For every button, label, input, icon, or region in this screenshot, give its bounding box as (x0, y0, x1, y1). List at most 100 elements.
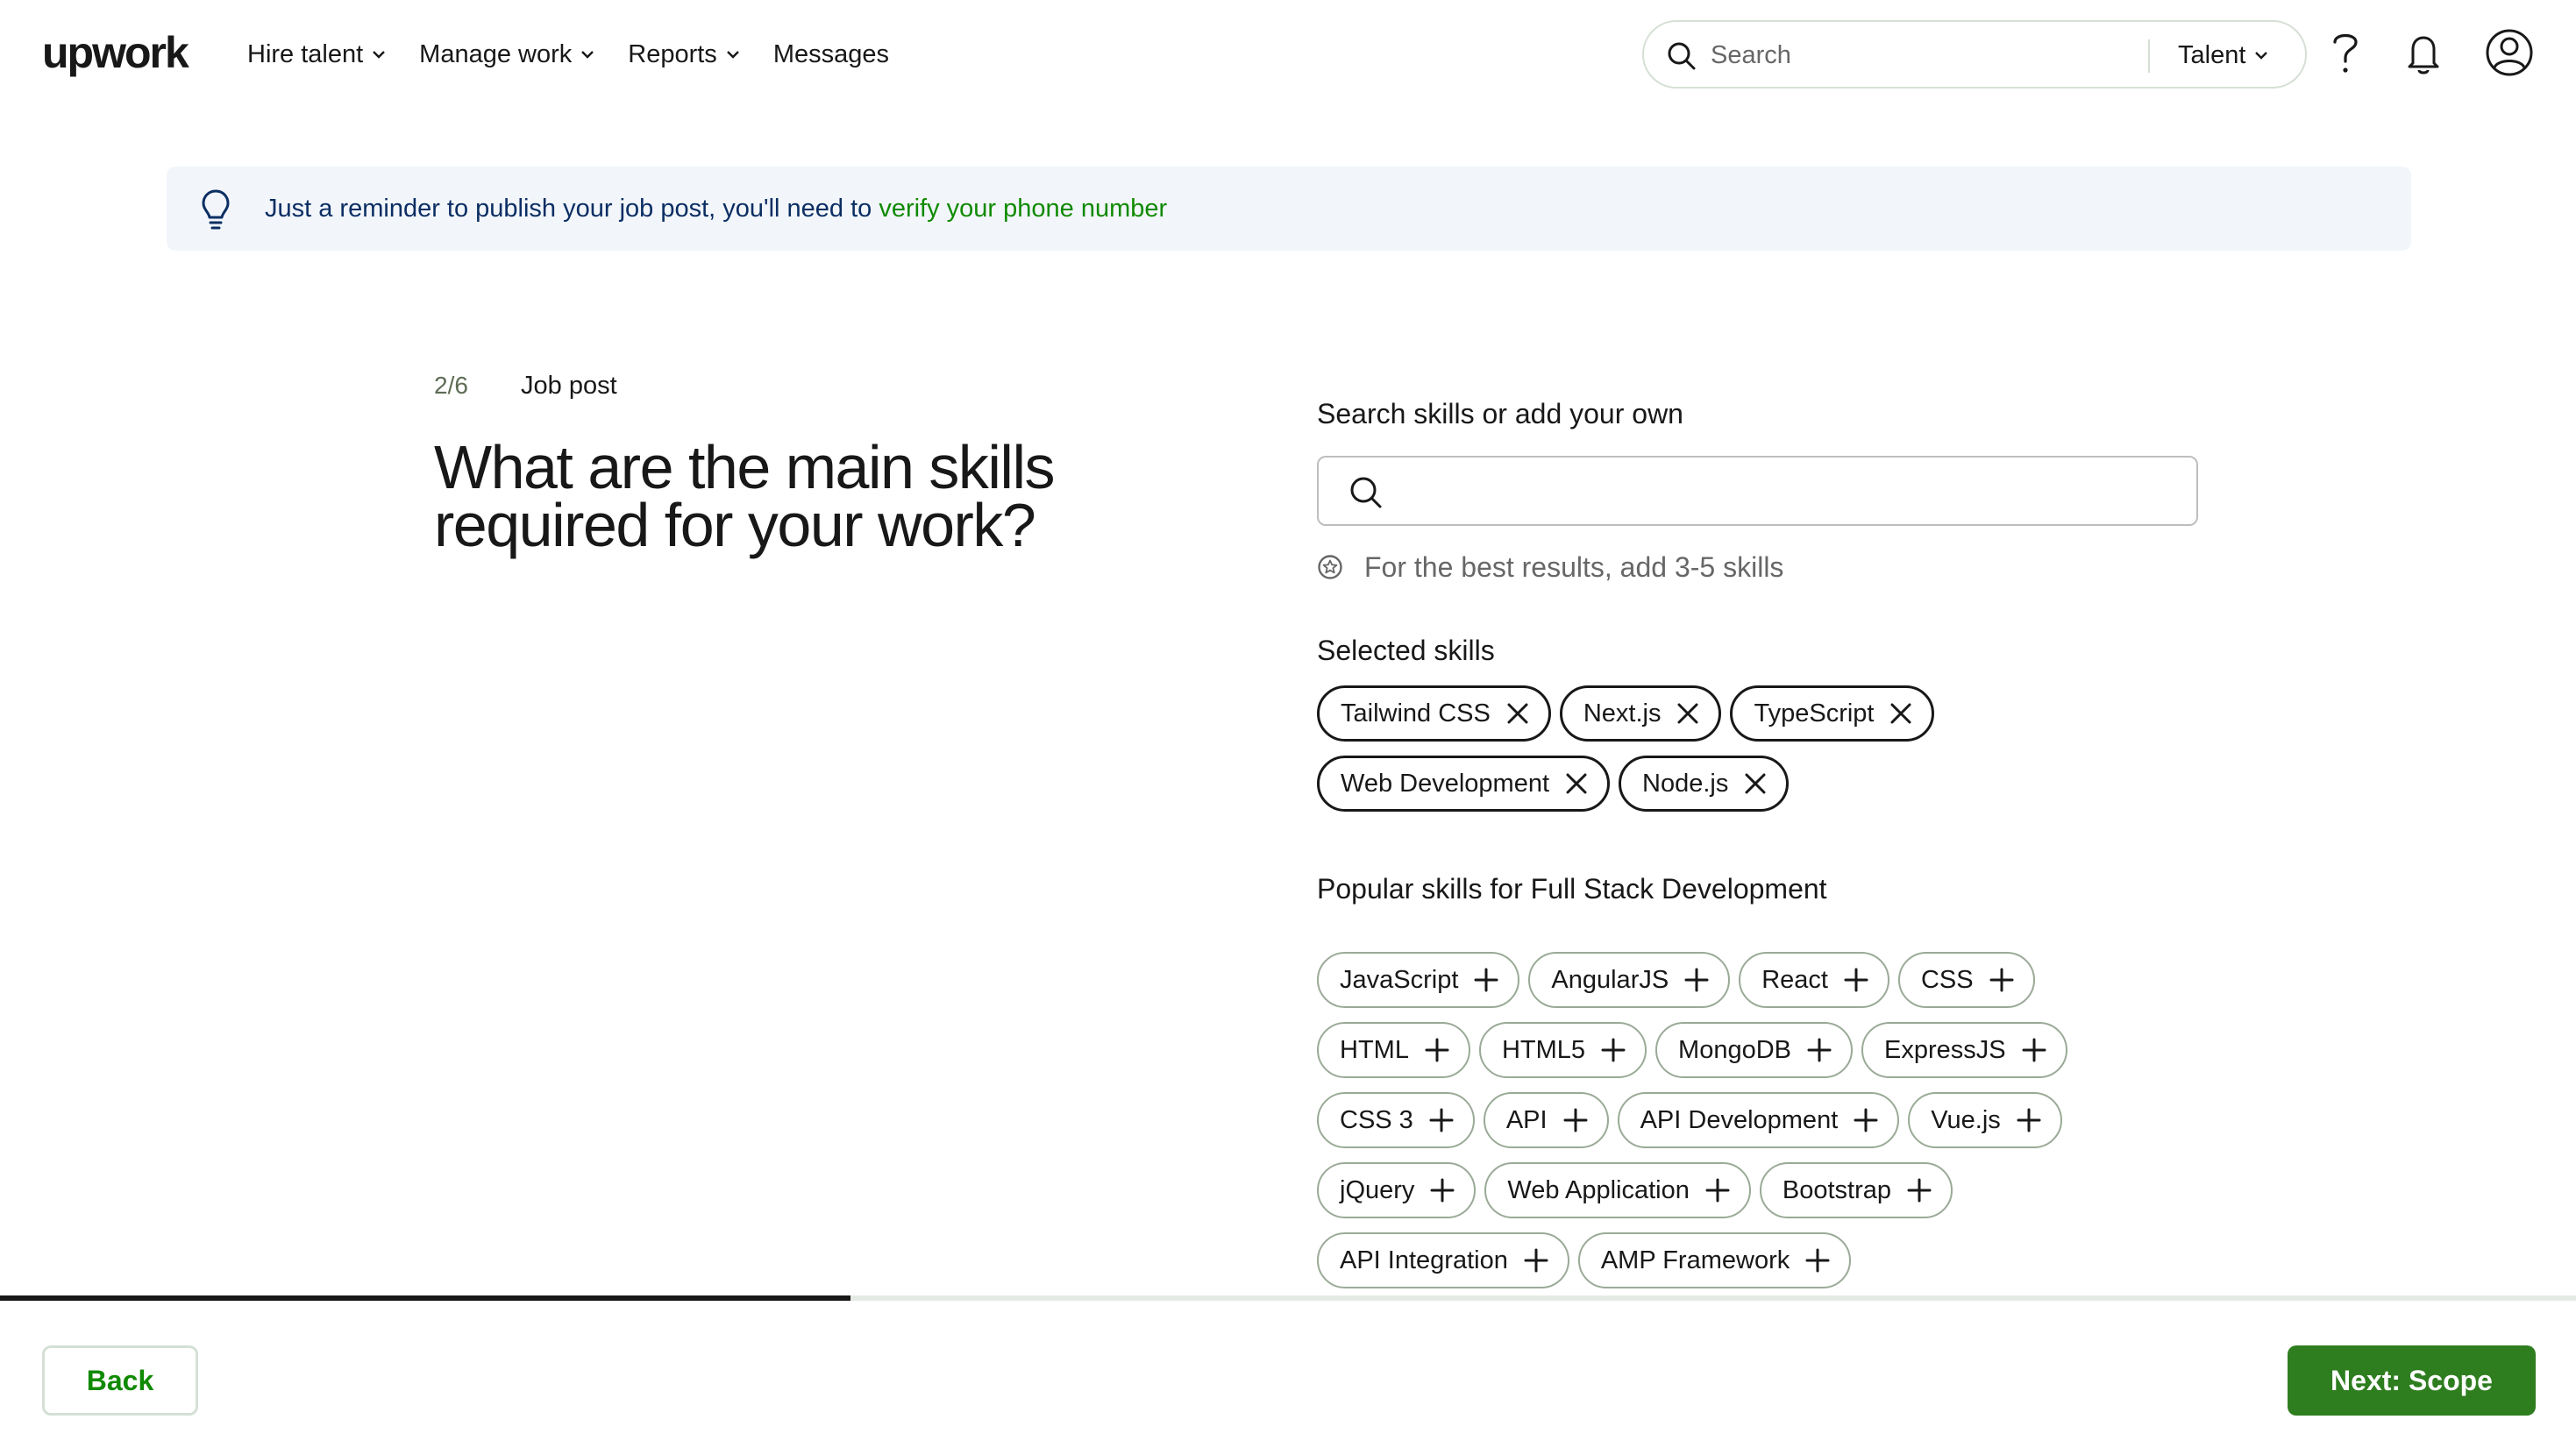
skill-label: Node.js (1642, 769, 1729, 798)
nav-hire-talent-label: Hire talent (247, 40, 364, 68)
skill-label: Vue.js (1931, 1105, 2001, 1134)
skill-label: jQuery (1340, 1175, 1415, 1204)
remove-icon[interactable] (1506, 702, 1529, 725)
remove-icon[interactable] (1676, 702, 1699, 725)
popular-skill-chip[interactable]: API Integration (1317, 1232, 1569, 1288)
skills-hint-text: For the best results, add 3-5 skills (1364, 551, 1784, 583)
plus-icon (1430, 1178, 1455, 1203)
popular-skill-chip[interactable]: API Development (1617, 1092, 1900, 1148)
nav-hire-talent[interactable]: Hire talent (247, 35, 386, 74)
popular-skill-chip[interactable]: Bootstrap (1759, 1162, 1953, 1218)
nav-manage-work-label: Manage work (419, 40, 573, 68)
plus-icon (1854, 1108, 1878, 1132)
selected-skill-chip[interactable]: Next.js (1559, 685, 1722, 742)
skill-label: AMP Framework (1600, 1246, 1790, 1274)
skills-hint: For the best results, add 3-5 skills (1317, 548, 1783, 586)
upwork-logo[interactable]: upwork (42, 26, 189, 79)
selected-skill-chip[interactable]: Node.js (1619, 756, 1790, 812)
selected-skills-list: Tailwind CSS Next.js TypeScript Web Deve… (1317, 685, 1983, 812)
search-icon (1668, 42, 1696, 70)
popular-skill-chip[interactable]: React (1739, 952, 1889, 1008)
remove-icon[interactable] (1565, 772, 1588, 795)
popular-skill-chip[interactable]: CSS (1897, 952, 2035, 1008)
popular-skill-chip[interactable]: AMP Framework (1577, 1232, 1852, 1288)
skill-label: Web Development (1341, 769, 1550, 798)
plus-icon (1524, 1248, 1548, 1273)
plus-icon (1989, 968, 2014, 992)
selected-skill-chip[interactable]: TypeScript (1730, 685, 1935, 742)
popular-skill-chip[interactable]: ExpressJS (1861, 1022, 2067, 1078)
nav-messages[interactable]: Messages (773, 35, 889, 74)
plus-icon (2017, 1108, 2041, 1132)
skill-label: HTML5 (1501, 1035, 1586, 1064)
skill-label: Tailwind CSS (1341, 699, 1491, 728)
popular-skill-chip[interactable]: AngularJS (1528, 952, 1731, 1008)
remove-icon[interactable] (1889, 702, 1912, 725)
plus-icon (1474, 968, 1498, 992)
remove-icon[interactable] (1744, 772, 1767, 795)
user-avatar-icon[interactable] (2485, 28, 2534, 77)
plus-icon (1844, 968, 1868, 992)
skill-label: API (1505, 1105, 1548, 1134)
main-nav: Hire talent Manage work Reports Messages (247, 35, 922, 74)
popular-skills-label: Popular skills for Full Stack Developmen… (1317, 873, 1827, 905)
plus-icon (1907, 1178, 1932, 1203)
star-badge-icon (1318, 555, 1342, 579)
skill-label: Bootstrap (1782, 1175, 1891, 1204)
progress-bar (0, 1295, 2576, 1301)
nav-reports[interactable]: Reports (628, 35, 740, 74)
page-title: What are the main skills required for yo… (434, 433, 1056, 559)
skill-search-label: Search skills or add your own (1317, 398, 1683, 429)
popular-skill-chip[interactable]: Web Application (1484, 1162, 1751, 1218)
skill-label: HTML (1340, 1035, 1409, 1064)
skill-label: TypeScript (1754, 699, 1875, 728)
banner-message: Just a reminder to publish your job post… (265, 191, 1167, 226)
popular-skill-chip[interactable]: MongoDB (1655, 1022, 1853, 1078)
popular-skill-chip[interactable]: CSS 3 (1317, 1092, 1475, 1148)
skill-search-input[interactable] (1399, 473, 2171, 508)
popular-skills-list: JavaScript AngularJS React CSS HTML HTML… (1317, 952, 2106, 1288)
skill-label: React (1761, 965, 1828, 994)
chevron-down-icon (726, 51, 739, 59)
popular-skill-chip[interactable]: HTML (1317, 1022, 1470, 1078)
popular-skill-chip[interactable]: HTML5 (1478, 1022, 1647, 1078)
skill-search-box (1317, 456, 2198, 526)
popular-skill-chip[interactable]: jQuery (1317, 1162, 1477, 1218)
header-search-input[interactable] (1711, 38, 2149, 73)
selected-skills-label: Selected skills (1317, 635, 1495, 666)
plus-icon (1601, 1038, 1626, 1062)
top-header: upwork Hire talent Manage work Reports M… (0, 0, 2576, 109)
phone-verification-banner: Just a reminder to publish your job post… (167, 167, 2411, 251)
skill-label: ExpressJS (1884, 1035, 2006, 1064)
banner-text: Just a reminder to publish your job post… (265, 195, 879, 223)
search-divider (2148, 39, 2150, 73)
verify-phone-link[interactable]: verify your phone number (879, 195, 1167, 223)
back-button[interactable]: Back (42, 1345, 198, 1416)
progress-bar-fill (0, 1295, 850, 1301)
popular-skill-chip[interactable]: API (1483, 1092, 1609, 1148)
selected-skill-chip[interactable]: Web Development (1317, 756, 1611, 812)
plus-icon (1705, 1178, 1730, 1203)
chevron-down-icon (373, 51, 386, 59)
skill-label: API Integration (1340, 1246, 1508, 1274)
nav-manage-work[interactable]: Manage work (419, 35, 594, 74)
plus-icon (1684, 968, 1709, 992)
header-search: Talent (1642, 20, 2307, 89)
skill-label: API Development (1640, 1105, 1839, 1134)
skill-label: Web Application (1507, 1175, 1690, 1204)
bell-icon[interactable] (2406, 30, 2441, 79)
skill-label: Next.js (1583, 699, 1662, 728)
skill-label: AngularJS (1551, 965, 1669, 994)
search-icon (1350, 477, 1382, 508)
plus-icon (1425, 1038, 1449, 1062)
popular-skill-chip[interactable]: JavaScript (1317, 952, 1520, 1008)
next-scope-button[interactable]: Next: Scope (2288, 1345, 2536, 1416)
help-icon[interactable] (2330, 30, 2361, 79)
plus-icon (1807, 1038, 1832, 1062)
skill-label: CSS (1920, 965, 1974, 994)
nav-reports-label: Reports (628, 40, 717, 68)
selected-skill-chip[interactable]: Tailwind CSS (1317, 685, 1551, 742)
popular-skill-chip[interactable]: Vue.js (1908, 1092, 2062, 1148)
search-type-dropdown[interactable]: Talent (2178, 38, 2268, 73)
chevron-down-icon (581, 51, 594, 59)
